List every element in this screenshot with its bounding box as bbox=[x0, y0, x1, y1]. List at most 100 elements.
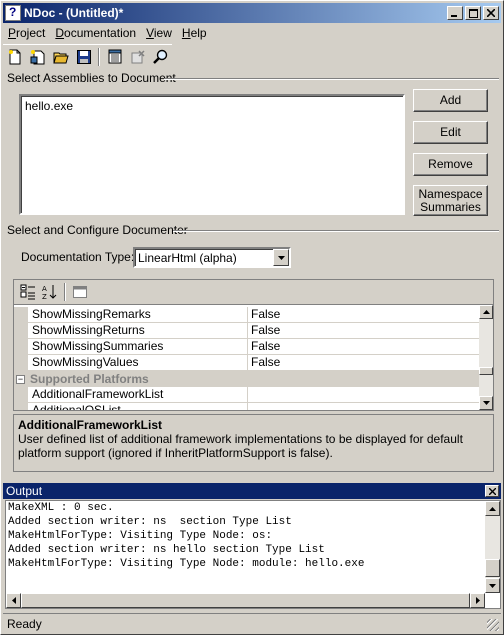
chevron-down-icon bbox=[489, 583, 496, 588]
property-value[interactable]: False bbox=[248, 323, 479, 339]
scroll-right-button[interactable] bbox=[470, 593, 485, 608]
build-icon bbox=[108, 49, 121, 63]
scroll-left-button[interactable] bbox=[6, 593, 21, 608]
alphabetical-view-button[interactable]: AZ bbox=[39, 282, 61, 302]
property-row[interactable]: ShowMissingRemarks False bbox=[14, 307, 479, 323]
property-row[interactable]: ShowMissingSummaries False bbox=[14, 339, 479, 355]
cancel-build-button[interactable] bbox=[126, 46, 149, 68]
new-project-button[interactable] bbox=[3, 46, 26, 68]
save-button[interactable] bbox=[72, 46, 95, 68]
collapse-icon[interactable]: − bbox=[16, 374, 25, 384]
menu-project[interactable]: Project bbox=[3, 26, 50, 40]
close-icon bbox=[487, 9, 495, 17]
main-window: NDoc - (Untitled)* Project Documentation… bbox=[0, 0, 504, 635]
close-button[interactable] bbox=[483, 6, 499, 20]
cancel-build-icon bbox=[131, 49, 145, 63]
new-from-template-button[interactable] bbox=[26, 46, 49, 68]
category-row[interactable]: − Supported Platforms bbox=[14, 371, 479, 387]
namespace-summaries-button[interactable]: Namespace Summaries bbox=[413, 185, 488, 216]
title-bar[interactable]: NDoc - (Untitled)* bbox=[3, 3, 501, 23]
property-description-pane: AdditionalFrameworkList User defined lis… bbox=[13, 414, 494, 472]
row-gutter bbox=[14, 339, 28, 355]
toolbar-separator bbox=[98, 47, 100, 66]
output-line: MakeXML : 0 sec. bbox=[8, 502, 114, 514]
open-button[interactable] bbox=[49, 46, 72, 68]
property-value[interactable]: False bbox=[248, 307, 479, 323]
property-row[interactable]: ShowMissingValues False bbox=[14, 355, 479, 371]
assemblies-group-line bbox=[164, 78, 499, 80]
chevron-down-icon bbox=[482, 401, 490, 405]
description-text: User defined list of additional framewor… bbox=[18, 432, 463, 460]
menu-project-rest: roject bbox=[16, 26, 46, 40]
menu-help-accel: H bbox=[181, 26, 191, 40]
property-value[interactable] bbox=[248, 403, 479, 410]
maximize-button[interactable] bbox=[465, 6, 481, 20]
property-row-selected[interactable]: AdditionalFrameworkList bbox=[14, 387, 479, 403]
documentation-type-select[interactable]: LinearHtml (alpha) bbox=[133, 247, 291, 268]
scroll-up-button[interactable] bbox=[479, 305, 493, 319]
menu-project-accel: P bbox=[8, 26, 17, 40]
scroll-thumb[interactable] bbox=[479, 367, 493, 375]
property-row[interactable]: ShowMissingReturns False bbox=[14, 323, 479, 339]
view-button[interactable] bbox=[149, 46, 172, 68]
menu-documentation[interactable]: Documentation bbox=[50, 26, 141, 40]
property-name: ShowMissingRemarks bbox=[28, 307, 248, 323]
property-name: ShowMissingReturns bbox=[28, 323, 248, 339]
scroll-thumb[interactable] bbox=[485, 559, 500, 577]
scroll-down-button[interactable] bbox=[485, 578, 500, 593]
property-value[interactable]: False bbox=[248, 355, 479, 371]
add-button[interactable]: Add bbox=[413, 89, 488, 112]
property-value[interactable] bbox=[248, 387, 479, 403]
scroll-up-button[interactable] bbox=[485, 501, 500, 516]
chevron-down-icon bbox=[277, 255, 285, 260]
chevron-up-icon bbox=[482, 310, 490, 314]
output-vertical-scrollbar[interactable] bbox=[485, 501, 500, 593]
property-name: ShowMissingValues bbox=[28, 355, 248, 371]
output-pane-header: Output bbox=[3, 483, 501, 499]
menu-documentation-rest: ocumentation bbox=[64, 26, 137, 40]
dropdown-arrow-button[interactable] bbox=[273, 249, 289, 266]
property-grid-scrollbar[interactable] bbox=[479, 305, 493, 410]
property-pages-button[interactable] bbox=[69, 282, 91, 302]
view-icon bbox=[152, 49, 167, 64]
menu-help[interactable]: Help bbox=[177, 26, 212, 40]
assembly-list[interactable]: hello.exe bbox=[19, 94, 405, 215]
row-gutter bbox=[14, 387, 28, 403]
list-item[interactable]: hello.exe bbox=[25, 99, 399, 113]
chevron-up-icon bbox=[489, 506, 496, 511]
svg-text:A: A bbox=[42, 285, 47, 293]
ndoc-app-icon[interactable] bbox=[5, 5, 21, 21]
property-grid[interactable]: ShowMissingRemarks False ShowMissingRetu… bbox=[13, 304, 494, 411]
property-row[interactable]: AdditionalOSList bbox=[14, 403, 479, 410]
open-icon bbox=[52, 52, 69, 63]
property-value[interactable]: False bbox=[248, 339, 479, 355]
window-title: NDoc - (Untitled)* bbox=[24, 6, 124, 20]
documenter-group-line bbox=[173, 230, 499, 232]
new-from-template-icon bbox=[30, 49, 44, 64]
output-line: Added section writer: ns section Type Li… bbox=[8, 516, 292, 528]
menu-view[interactable]: View bbox=[141, 26, 177, 40]
minimize-button[interactable] bbox=[447, 6, 463, 20]
sort-alphabetical-icon: AZ bbox=[42, 285, 57, 300]
output-close-button[interactable] bbox=[485, 485, 499, 497]
remove-button[interactable]: Remove bbox=[413, 153, 488, 176]
build-button[interactable] bbox=[103, 46, 126, 68]
property-pages-icon bbox=[73, 286, 87, 298]
chevron-left-icon bbox=[11, 597, 16, 604]
categorized-icon bbox=[20, 284, 35, 300]
scroll-down-button[interactable] bbox=[479, 396, 493, 410]
pg-toolbar-separator bbox=[64, 283, 66, 301]
namespace-summaries-label-line2: Summaries bbox=[420, 199, 481, 214]
category-label: Supported Platforms bbox=[30, 372, 149, 386]
output-text-area[interactable]: MakeXML : 0 sec. Added section writer: n… bbox=[5, 500, 501, 609]
documenter-section-label: Select and Configure Documenter bbox=[7, 223, 188, 237]
toolbar bbox=[3, 44, 172, 68]
resize-grip-icon[interactable] bbox=[487, 619, 499, 631]
categorized-view-button[interactable] bbox=[17, 282, 39, 302]
output-horizontal-scrollbar[interactable] bbox=[6, 593, 485, 608]
property-name: AdditionalFrameworkList bbox=[28, 387, 248, 403]
scroll-thumb[interactable] bbox=[21, 593, 470, 608]
close-icon bbox=[488, 487, 496, 495]
row-gutter bbox=[14, 355, 28, 371]
edit-button[interactable]: Edit bbox=[413, 121, 488, 144]
